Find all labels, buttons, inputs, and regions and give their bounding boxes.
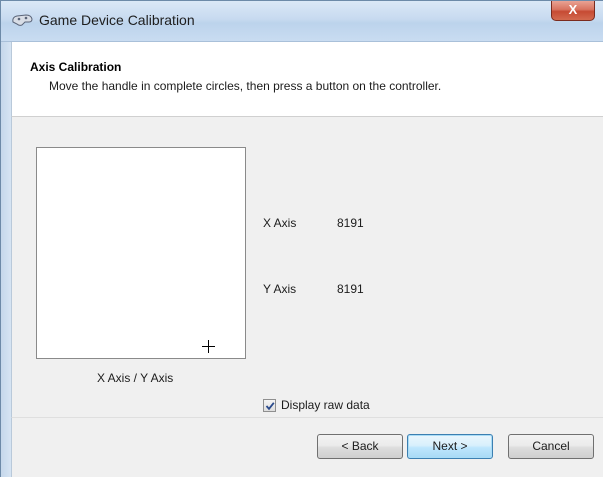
y-axis-label: Y Axis [263,282,297,296]
close-button[interactable]: X [551,1,595,21]
crosshair-icon [202,340,215,353]
x-axis-label: X Axis [263,216,297,230]
cancel-button[interactable]: Cancel [508,434,594,459]
x-axis-value: 8191 [337,216,364,230]
next-button[interactable]: Next > [407,434,493,459]
title-bar[interactable]: Game Device Calibration X [1,1,603,42]
calibration-window: Game Device Calibration X Axis Calibrati… [0,0,603,477]
axis-calibration-area [36,147,246,359]
checkmark-icon [265,401,275,410]
y-axis-value: 8191 [337,282,364,296]
display-raw-data-checkbox[interactable] [263,398,276,412]
wizard-header: Axis Calibration Move the handle in comp… [11,42,603,117]
back-button[interactable]: < Back [317,434,403,459]
calibration-area-caption: X Axis / Y Axis [97,371,174,385]
game-controller-icon [11,12,33,28]
window-title: Game Device Calibration [39,12,195,28]
page-title: Axis Calibration [30,60,122,74]
window-frame-left [1,42,11,477]
display-raw-data-option[interactable]: Display raw data [263,397,370,413]
display-raw-data-label: Display raw data [281,398,370,412]
page-subtitle: Move the handle in complete circles, the… [49,79,442,93]
